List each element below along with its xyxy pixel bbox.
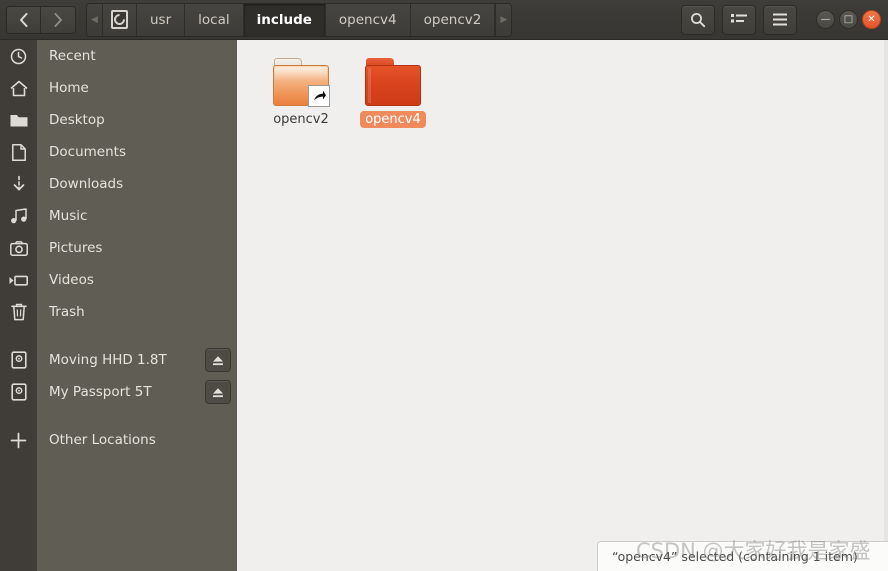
download-icon [0,168,37,200]
sidebar-item-label: Desktop [49,112,105,128]
sidebar-item-label: Pictures [49,240,103,256]
back-button[interactable] [7,6,41,33]
forward-button[interactable] [41,6,75,33]
header-left-group: ◀ usr local include opencv4 opencv2 ▶ [0,2,513,37]
file-manager-window: ◀ usr local include opencv4 opencv2 ▶ — … [0,0,888,571]
file-item-opencv2[interactable]: opencv2 [255,52,347,128]
sidebar-item-recent[interactable]: Recent [0,40,237,72]
file-name-label: opencv4 [360,111,426,128]
sidebar: Recent Home Desktop Documents Downloads … [0,40,237,571]
drive-icon [0,344,37,376]
sidebar-item-downloads[interactable]: Downloads [0,168,237,200]
breadcrumb-item-usr[interactable]: usr [137,3,186,36]
window-controls: — □ ✕ [816,10,881,29]
chevron-right-icon [54,12,62,27]
hamburger-menu-icon [773,13,787,26]
sidebar-item-label: Documents [49,144,126,160]
sidebar-item-moving-hhd[interactable]: Moving HHD 1.8T [0,344,237,376]
icon-view: opencv2 opencv4 [237,40,439,128]
sidebar-item-pictures[interactable]: Pictures [0,232,237,264]
eject-button[interactable] [205,380,231,404]
breadcrumb-item-local[interactable]: local [185,3,244,36]
file-item-opencv4[interactable]: opencv4 [347,52,439,128]
document-icon [0,136,37,168]
sidebar-item-desktop[interactable]: Desktop [0,104,237,136]
folder-icon [365,58,421,106]
sidebar-item-my-passport[interactable]: My Passport 5T [0,376,237,408]
breadcrumb-item-opencv2[interactable]: opencv2 [410,3,496,36]
status-bar: “opencv4” selected (containing 1 item) [597,541,888,571]
filesystem-icon [111,10,128,29]
sidebar-item-home[interactable]: Home [0,72,237,104]
clock-icon [0,40,37,72]
breadcrumb: ◀ usr local include opencv4 opencv2 ▶ [86,2,513,37]
trash-icon [0,296,37,328]
sidebar-item-trash[interactable]: Trash [0,296,237,328]
music-icon [0,200,37,232]
breadcrumb-label: opencv2 [423,11,482,28]
sidebar-item-other-locations[interactable]: Other Locations [0,424,237,456]
breadcrumb-scroll-left[interactable]: ◀ [87,3,103,36]
drive-icon [0,376,37,408]
breadcrumb-item-opencv4[interactable]: opencv4 [325,3,411,36]
symlink-badge-icon [308,85,330,107]
sidebar-item-documents[interactable]: Documents [0,136,237,168]
folder-symlink-icon [273,58,330,107]
view-options-button[interactable] [722,4,756,35]
sidebar-item-label: Other Locations [49,432,156,448]
header-bar: ◀ usr local include opencv4 opencv2 ▶ — … [0,0,888,40]
sidebar-separator [0,328,237,344]
sidebar-item-label: Moving HHD 1.8T [49,352,167,368]
minimize-button[interactable]: — [816,10,835,29]
eject-button[interactable] [205,348,231,372]
breadcrumb-label: include [256,11,312,28]
plus-icon [0,424,37,456]
navigation-buttons [6,5,76,34]
sidebar-item-label: Music [49,208,88,224]
maximize-button[interactable]: □ [839,10,858,29]
list-view-icon [731,13,747,22]
home-icon [0,72,37,104]
sidebar-item-label: My Passport 5T [49,384,152,400]
sidebar-item-label: Videos [49,272,94,288]
sidebar-separator [0,408,237,424]
sidebar-item-videos[interactable]: Videos [0,264,237,296]
close-glyph: ✕ [867,13,876,25]
header-right-group: — □ ✕ [681,4,888,35]
video-icon [0,264,37,296]
vertical-scrollbar[interactable] [884,40,888,571]
sidebar-item-label: Home [49,80,89,96]
sidebar-list: Recent Home Desktop Documents Downloads … [0,40,237,456]
camera-icon [0,232,37,264]
main-menu-button[interactable] [763,4,797,35]
minimize-glyph: — [820,13,831,25]
breadcrumb-label: opencv4 [338,11,397,28]
sidebar-item-label: Downloads [49,176,124,192]
breadcrumb-scroll-right[interactable]: ▶ [495,3,512,36]
breadcrumb-item-include[interactable]: include [243,3,326,36]
file-name-label: opencv2 [273,112,329,127]
sidebar-item-label: Trash [49,304,85,320]
folder-icon [0,104,37,136]
sidebar-item-label: Recent [49,48,96,64]
breadcrumb-label: usr [150,11,172,28]
eject-icon [213,355,223,365]
search-icon [691,12,706,27]
breadcrumb-label: local [198,11,230,28]
file-list-area[interactable]: opencv2 opencv4 [237,40,888,571]
search-button[interactable] [681,4,715,35]
sidebar-item-music[interactable]: Music [0,200,237,232]
close-button[interactable]: ✕ [862,10,881,29]
maximize-glyph: □ [843,13,854,25]
breadcrumb-item-filesystem[interactable] [103,3,137,36]
eject-icon [213,387,223,397]
status-text: “opencv4” selected (containing 1 item) [612,549,858,564]
chevron-left-icon [20,12,28,27]
